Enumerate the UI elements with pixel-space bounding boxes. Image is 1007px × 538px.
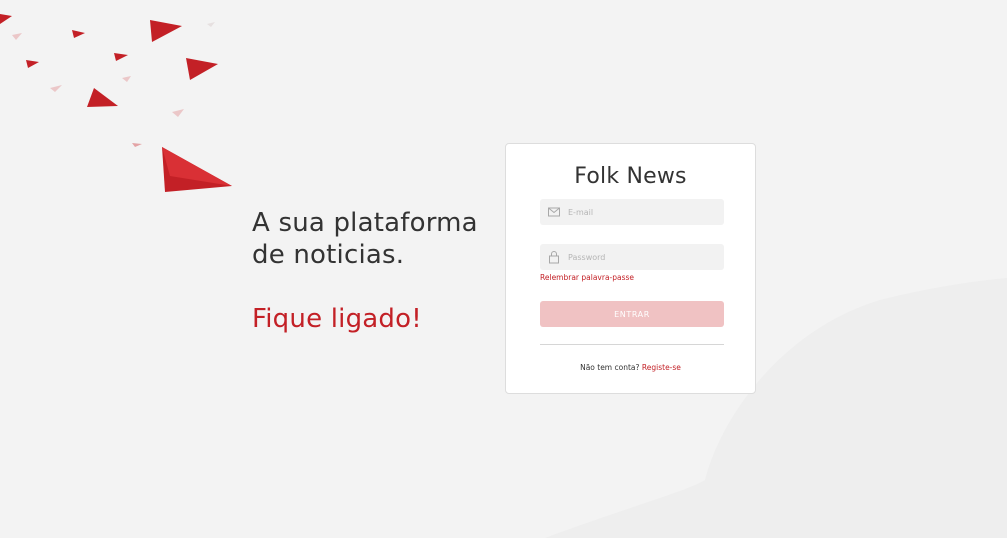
signup-row: Não tem conta? Registe-se [506, 363, 755, 372]
paper-plane-icon [72, 30, 85, 38]
lock-icon [547, 250, 561, 264]
paper-plane-icon [87, 88, 118, 107]
tagline-line-2: de noticias. [252, 240, 405, 270]
paper-plane-icon [186, 58, 218, 80]
paper-plane-icon [114, 53, 128, 61]
password-field[interactable] [540, 244, 724, 270]
signup-prompt: Não tem conta? [580, 363, 640, 372]
paper-plane-icon [0, 14, 12, 24]
login-button[interactable]: ENTRAR [540, 301, 724, 327]
envelope-icon [547, 205, 561, 219]
login-card: Folk News Relembrar palavra-passe ENTRAR… [505, 143, 756, 394]
forgot-password-link[interactable]: Relembrar palavra-passe [540, 273, 634, 282]
tagline-line-1: A sua plataforma [252, 208, 478, 238]
divider [540, 344, 724, 345]
paper-plane-icon [26, 60, 39, 68]
email-input[interactable] [568, 207, 708, 217]
password-input[interactable] [568, 252, 708, 262]
paper-plane-icon [150, 20, 182, 42]
paper-planes-decoration [0, 14, 232, 192]
email-field[interactable] [540, 199, 724, 225]
tagline-accent: Fique ligado! [252, 304, 422, 334]
tagline: A sua plataforma de noticias. Fique liga… [252, 207, 492, 335]
signup-link[interactable]: Registe-se [642, 363, 681, 372]
app-title: Folk News [574, 164, 687, 189]
paper-plane-icon [162, 147, 232, 192]
